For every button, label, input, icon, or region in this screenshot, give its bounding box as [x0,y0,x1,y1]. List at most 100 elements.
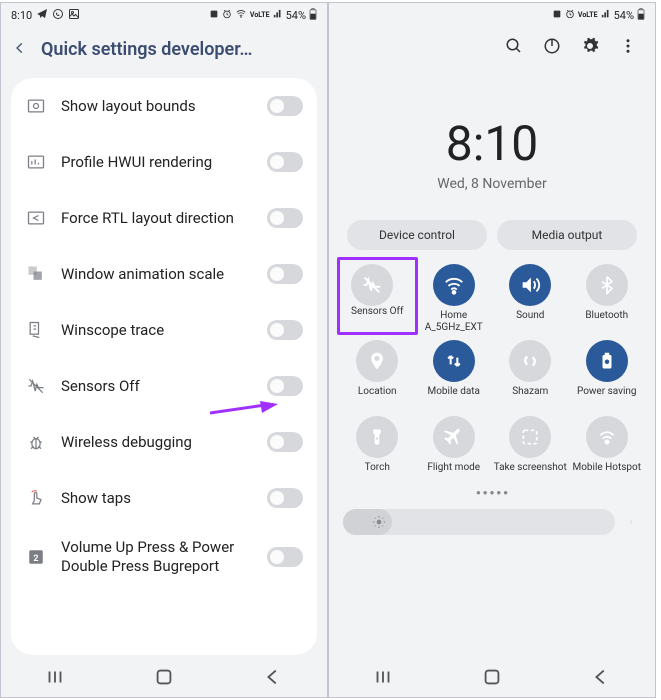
settings-header: Quick settings developer… [1,27,327,78]
row-label: Winscope trace [61,321,253,340]
status-bar: 8:10 VoLTE 54% [1,3,327,27]
sensors-off-icon [351,264,393,306]
recents-button[interactable] [372,666,394,692]
toggle[interactable] [267,320,303,340]
tile-torch[interactable]: Torch [339,416,416,486]
tile-screenshot[interactable]: Take screenshot [492,416,569,486]
tap-icon [25,487,47,509]
tile-wifi[interactable]: Home A_5GHz_EXT [416,264,493,334]
hotspot-icon [586,416,628,458]
home-button[interactable] [481,666,503,692]
bug-icon [25,431,47,453]
left-phone: 8:10 VoLTE 54% Quick settings developer… [0,2,328,698]
qs-top-icons [329,27,655,67]
brightness-fill [343,509,392,535]
tile-sensors-off[interactable]: Sensors Off [339,264,416,334]
home-button[interactable] [153,666,175,692]
tile-sound[interactable]: Sound [492,264,569,334]
toggle[interactable] [267,152,303,172]
battery-icon [309,8,317,23]
volte-icon: VoLTE [578,11,598,19]
signal-icon [273,9,283,22]
screenshot-icon [509,416,551,458]
row-show-taps[interactable]: Show taps [11,470,317,526]
power-icon[interactable] [543,37,561,59]
tile-location[interactable]: Location [339,340,416,410]
page-title: Quick settings developer… [41,39,252,60]
row-label: Show layout bounds [61,97,253,116]
toggle[interactable] [267,96,303,116]
toggle[interactable] [267,488,303,508]
tile-label: Shazam [512,386,548,410]
row-force-rtl[interactable]: Force RTL layout direction [11,190,317,246]
back-icon[interactable] [13,40,27,59]
qs-time: 8:10 [329,115,655,172]
settings-list: Show layout bounds Profile HWUI renderin… [11,78,317,655]
row-label: Wireless debugging [61,433,253,452]
toggle[interactable] [267,376,303,396]
media-output-button[interactable]: Media output [497,220,637,250]
row-label: Profile HWUI rendering [61,153,253,172]
tile-power-saving[interactable]: Power saving [569,340,646,410]
toggle[interactable] [267,432,303,452]
shazam-icon [509,340,551,382]
bars-icon [25,151,47,173]
battery-icon [637,8,645,23]
tile-bluetooth[interactable]: Bluetooth [569,264,646,334]
tile-label: Mobile Hotspot [572,462,641,486]
gear-icon[interactable] [581,37,599,59]
location-icon [356,340,398,382]
toggle[interactable] [267,264,303,284]
row-label: Sensors Off [61,377,253,396]
recents-button[interactable] [44,666,66,692]
gallery-icon [68,8,80,23]
row-window-animation[interactable]: Window animation scale [11,246,317,302]
rtl-icon [25,207,47,229]
row-bugreport[interactable]: 2 Volume Up Press & Power Double Press B… [11,526,317,588]
row-layout-bounds[interactable]: Show layout bounds [11,78,317,134]
sun-icon [372,515,386,529]
right-phone: VoLTE 54% 8:10 Wed, 8 November Device co… [328,2,656,698]
back-button[interactable] [262,666,284,692]
tile-shazam[interactable]: Shazam [492,340,569,410]
tile-flight-mode[interactable]: Flight mode [416,416,493,486]
row-profile-hwui[interactable]: Profile HWUI rendering [11,134,317,190]
more-icon[interactable] [619,37,637,59]
signal-icon [601,9,611,22]
tile-label: Mobile data [428,386,481,410]
search-icon[interactable] [505,37,523,59]
brightness-slider[interactable] [343,509,641,535]
qs-pills: Device control Media output [329,220,655,250]
brightness-track[interactable] [343,509,615,535]
row-label: Window animation scale [61,265,253,284]
tile-label: Location [358,386,397,410]
brightness-more-icon[interactable] [621,512,641,532]
device-control-button[interactable]: Device control [347,220,487,250]
tile-mobile-data[interactable]: Mobile data [416,340,493,410]
battery-percent: 54% [614,9,634,22]
tile-label: Home A_5GHz_EXT [416,310,493,334]
number-icon: 2 [25,546,47,568]
trace-icon [25,319,47,341]
qs-clock: 8:10 Wed, 8 November [329,115,655,192]
airplane-icon [433,416,475,458]
bluetooth-icon [586,264,628,306]
row-winscope[interactable]: Winscope trace [11,302,317,358]
volte-icon: VoLTE [250,11,270,19]
qs-date: Wed, 8 November [329,176,655,192]
layout-bounds-icon [25,95,47,117]
toggle[interactable] [267,547,303,567]
torch-icon [356,416,398,458]
tile-hotspot[interactable]: Mobile Hotspot [569,416,646,486]
row-wireless-debug[interactable]: Wireless debugging [11,414,317,470]
tile-label: Torch [365,462,390,486]
nfc-icon [552,9,562,22]
nfc-icon [209,9,219,22]
back-button[interactable] [590,666,612,692]
windows-icon [25,263,47,285]
battery-percent: 54% [286,9,306,22]
status-time: 8:10 [11,9,32,22]
toggle[interactable] [267,208,303,228]
qs-grid: Sensors Off Home A_5GHz_EXT Sound Blueto… [329,250,655,486]
alarm-icon [565,9,575,22]
